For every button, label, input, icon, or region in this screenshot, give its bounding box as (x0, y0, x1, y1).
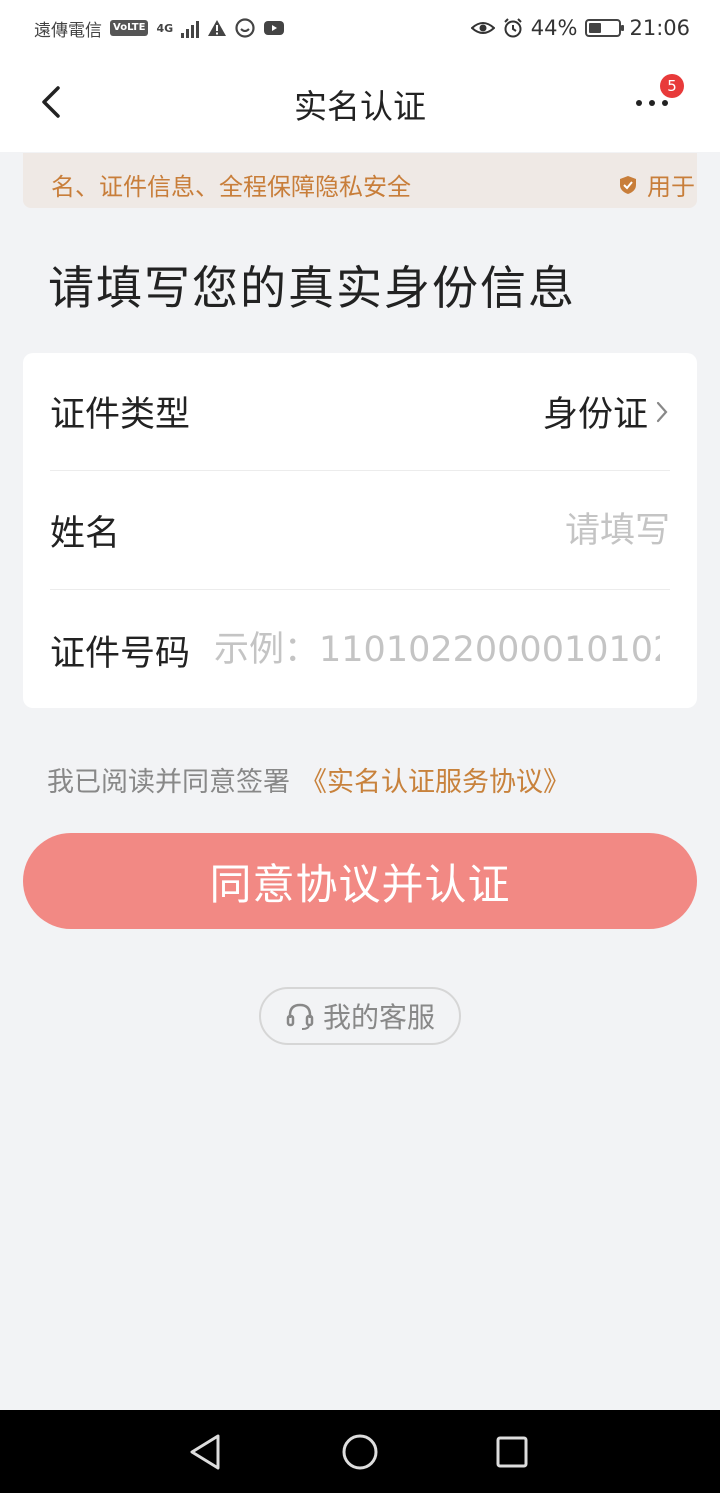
name-input[interactable] (510, 510, 670, 551)
status-right: 44% 21:06 (470, 16, 690, 40)
agreement-link[interactable]: 《实名认证服务协议》 (300, 767, 570, 798)
id-number-label: 证件号码 (50, 633, 191, 674)
clock: 21:06 (629, 16, 690, 40)
id-type-row[interactable]: 证件类型 身份证 (50, 353, 670, 471)
agreement-text: 我已阅读并同意签署 《实名认证服务协议》 (47, 760, 570, 799)
eye-icon (470, 22, 495, 34)
customer-service-button[interactable]: 我的客服 (259, 987, 461, 1045)
battery-icon (585, 19, 625, 37)
system-home-icon[interactable] (338, 1430, 382, 1474)
network-label: 4G (156, 21, 174, 35)
warning-icon (208, 20, 227, 36)
privacy-notice-banner: 名、证件信息、全程保障隐私安全 用于 (23, 153, 697, 208)
notice-tail: 用于 (619, 167, 695, 202)
back-button[interactable] (34, 84, 74, 124)
id-number-row: 证件号码 (50, 591, 670, 709)
battery-fill (589, 23, 602, 33)
volte-badge: VoLTE (110, 20, 149, 36)
id-type-label: 证件类型 (50, 395, 191, 435)
page-title: 实名认证 (294, 87, 426, 126)
status-bar: 遠傳電信 VoLTE 4G 44% 21:06 (0, 0, 720, 56)
agree-and-verify-button[interactable]: 同意协议并认证 (23, 833, 697, 929)
carrier-name: 遠傳電信 (34, 20, 102, 41)
agreement-prefix: 我已阅读并同意签署 (47, 767, 290, 798)
id-type-value: 身份证 (542, 395, 648, 435)
name-label: 姓名 (50, 514, 121, 554)
shield-check-icon (620, 175, 636, 194)
battery-percent: 44% (530, 16, 578, 40)
system-back-icon[interactable] (184, 1430, 228, 1474)
id-number-input[interactable] (214, 630, 661, 670)
headset-icon (286, 1003, 314, 1030)
signal-icon (181, 18, 200, 38)
form-heading: 请填写您的真实身份信息 (48, 261, 576, 315)
customer-service-label: 我的客服 (322, 1001, 435, 1034)
identity-form-card: 证件类型 身份证 姓名 证件号码 (23, 353, 697, 708)
nav-bar: 实名认证 5 (0, 56, 720, 152)
id-type-selector[interactable]: 身份证 (543, 386, 670, 437)
system-navigation-bar (0, 1410, 720, 1493)
name-row: 姓名 (50, 472, 670, 590)
more-menu-button[interactable]: 5 (632, 74, 684, 126)
smiley-icon (235, 18, 255, 38)
notice-tail-text: 用于 (647, 173, 695, 201)
notification-badge: 5 (660, 74, 684, 98)
chevron-right-icon (656, 401, 668, 422)
system-recents-icon[interactable] (490, 1430, 534, 1474)
more-dots-icon (636, 100, 668, 106)
notice-text: 名、证件信息、全程保障隐私安全 (51, 173, 411, 201)
alarm-icon (504, 18, 522, 38)
status-left: 遠傳電信 VoLTE 4G (34, 16, 285, 41)
video-play-icon (264, 21, 285, 35)
chevron-left-icon (42, 86, 60, 118)
